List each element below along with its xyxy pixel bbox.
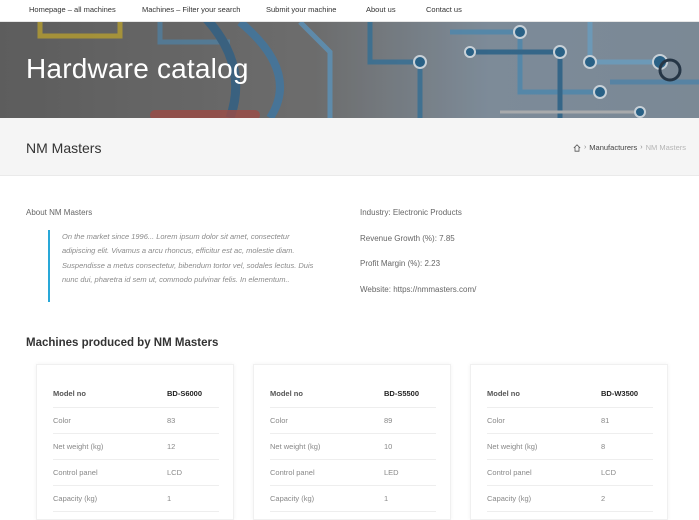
top-navigation: Homepage – all machines Machines – Filte… — [0, 0, 699, 22]
about-quote: On the market since 1996... Lorem ipsum … — [48, 230, 318, 302]
breadcrumb-separator-icon: › — [640, 144, 643, 151]
about-quote-text: On the market since 1996... Lorem ipsum … — [62, 232, 314, 285]
breadcrumb-current: NM Masters — [645, 143, 686, 152]
fact-revenue-growth: Revenue Growth (%): 7.85 — [360, 234, 455, 243]
spec-label: Color — [270, 407, 384, 434]
spec-value: 2 — [601, 485, 653, 512]
page-header: NM Masters › Manufacturers › NM Masters — [0, 118, 699, 176]
table-row: Net weight (kg) 10 — [270, 433, 436, 460]
fact-website[interactable]: Website: https://nmmasters.com/ — [360, 285, 476, 294]
hero-title: Hardware catalog — [26, 53, 249, 84]
machine-spec-table: Model no BD-W3500 Color 81 Net weight (k… — [487, 381, 653, 512]
table-row: Model no BD-W3500 — [487, 381, 653, 408]
machine-card[interactable]: Model no BD-S6000 Color 83 Net weight (k… — [36, 364, 234, 520]
model-number[interactable]: BD-S5500 — [384, 381, 436, 408]
table-row: Net weight (kg) 8 — [487, 433, 653, 460]
model-number[interactable]: BD-W3500 — [601, 381, 653, 408]
table-row: Net weight (kg) 12 — [53, 433, 219, 460]
machine-spec-table: Model no BD-S6000 Color 83 Net weight (k… — [53, 381, 219, 512]
machine-card[interactable]: Model no BD-S5500 Color 89 Net weight (k… — [253, 364, 451, 520]
breadcrumb-separator-icon: › — [583, 144, 587, 151]
about-heading: About NM Masters — [26, 208, 93, 217]
spec-value: 1 — [384, 485, 436, 512]
nav-link-about[interactable]: About us — [366, 5, 396, 14]
machine-spec-table: Model no BD-S5500 Color 89 Net weight (k… — [270, 381, 436, 512]
table-row: Color 81 — [487, 407, 653, 434]
table-row: Control panel LCD — [487, 459, 653, 486]
page-title: NM Masters — [26, 140, 102, 156]
breadcrumb-link-manufacturers[interactable]: Manufacturers — [589, 143, 637, 152]
fact-industry: Industry: Electronic Products — [360, 208, 462, 217]
spec-label: Net weight (kg) — [53, 433, 167, 460]
spec-value: 81 — [601, 407, 653, 434]
spec-label: Net weight (kg) — [270, 433, 384, 460]
spec-value: 83 — [167, 407, 219, 434]
spec-value: 1 — [167, 485, 219, 512]
spec-value: 89 — [384, 407, 436, 434]
spec-label: Capacity (kg) — [270, 485, 384, 512]
spec-label: Color — [487, 407, 601, 434]
spec-label: Capacity (kg) — [53, 485, 167, 512]
spec-label: Color — [53, 407, 167, 434]
spec-value: LED — [384, 459, 436, 486]
nav-link-submit[interactable]: Submit your machine — [266, 5, 336, 14]
table-row: Model no BD-S6000 — [53, 381, 219, 408]
table-row: Capacity (kg) 1 — [270, 485, 436, 512]
table-row: Color 89 — [270, 407, 436, 434]
spec-value: 10 — [384, 433, 436, 460]
nav-link-homepage[interactable]: Homepage – all machines — [29, 5, 116, 14]
spec-label: Control panel — [270, 459, 384, 486]
machine-card[interactable]: Model no BD-W3500 Color 81 Net weight (k… — [470, 364, 668, 520]
spec-value: LCD — [601, 459, 653, 486]
nav-link-filter[interactable]: Machines – Filter your search — [142, 5, 240, 14]
spec-label: Net weight (kg) — [487, 433, 601, 460]
spec-label: Capacity (kg) — [487, 485, 601, 512]
table-row: Capacity (kg) 2 — [487, 485, 653, 512]
breadcrumb: › Manufacturers › NM Masters — [573, 143, 686, 152]
machines-heading: Machines produced by NM Masters — [26, 337, 219, 349]
spec-label: Control panel — [53, 459, 167, 486]
spec-label: Model no — [53, 381, 167, 408]
table-row: Capacity (kg) 1 — [53, 485, 219, 512]
table-row: Control panel LED — [270, 459, 436, 486]
spec-value: LCD — [167, 459, 219, 486]
spec-label: Model no — [270, 381, 384, 408]
table-row: Model no BD-S5500 — [270, 381, 436, 408]
model-number[interactable]: BD-S6000 — [167, 381, 219, 408]
table-row: Color 83 — [53, 407, 219, 434]
spec-label: Model no — [487, 381, 601, 408]
spec-value: 12 — [167, 433, 219, 460]
table-row: Control panel LCD — [53, 459, 219, 486]
spec-label: Control panel — [487, 459, 601, 486]
hero-banner: Hardware catalog — [0, 22, 699, 118]
fact-profit-margin: Profit Margin (%): 2.23 — [360, 259, 441, 268]
home-icon[interactable] — [573, 143, 581, 152]
spec-value: 8 — [601, 433, 653, 460]
nav-link-contact[interactable]: Contact us — [426, 5, 462, 14]
